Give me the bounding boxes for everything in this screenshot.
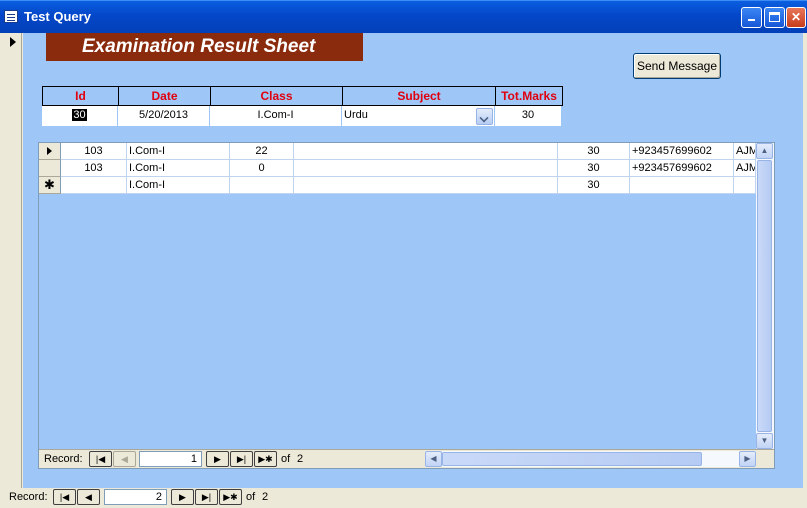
phone-cell[interactable]: +923457699602 [630,160,734,177]
current-row-icon [47,147,52,155]
class-header: Class [210,86,343,106]
subject-dropdown-icon[interactable] [476,108,493,125]
record-number-input[interactable]: 1 [139,451,202,467]
record-total: 2 [297,453,304,465]
date-header: Date [118,86,211,106]
subject-combo[interactable]: Urdu [342,106,495,126]
maximize-button[interactable] [764,7,785,28]
roll-cell[interactable] [61,177,127,194]
close-icon: ✕ [790,10,802,24]
scroll-up-icon[interactable]: ▲ [756,143,773,159]
vertical-scrollbar[interactable]: ▲ ▼ [756,143,774,449]
horizontal-scroll-thumb[interactable] [442,452,702,466]
marks-cell[interactable]: 22 [230,143,294,160]
phone-cell[interactable]: +923457699602 [630,143,734,160]
id-value: 30 [72,109,87,121]
marks-cell[interactable] [230,177,294,194]
extra-cell[interactable]: AJM [734,143,756,160]
date-field[interactable]: 5/20/2013 [118,106,210,126]
id-field[interactable]: 30 [42,106,118,126]
first-record-icon[interactable]: |◀ [89,451,112,467]
form-icon[interactable] [4,10,18,23]
class-field[interactable]: I.Com-I [210,106,342,126]
of-label: of [246,491,256,503]
new-record-icon[interactable]: ▶✱ [219,489,242,505]
record-number-input[interactable]: 2 [104,489,167,505]
record-selector[interactable] [3,33,22,488]
scroll-right-icon[interactable]: ▶ [739,451,756,467]
title-bar[interactable]: Test Query ✕ [0,0,807,33]
of-label: of [281,453,291,465]
subject-header: Subject [342,86,496,106]
window-title: Test Query [24,9,91,24]
name-cell[interactable] [294,160,558,177]
marks-subform[interactable]: 103 I.Com-I 22 30 +923457699602 AJM 103 … [38,142,775,469]
vertical-scroll-thumb[interactable] [757,160,772,432]
record-label: Record: [44,453,83,465]
total-cell[interactable]: 30 [558,143,630,160]
scroll-left-icon[interactable]: ◀ [425,451,442,467]
horizontal-scrollbar[interactable]: ◀ ▶ [425,451,756,467]
tot-marks-field[interactable]: 30 [495,106,562,126]
record-total: 2 [262,491,269,503]
class-cell[interactable]: I.Com-I [127,160,230,177]
minimize-button[interactable] [741,7,762,28]
class-cell[interactable]: I.Com-I [127,143,230,160]
form-banner: Examination Result Sheet [46,33,363,61]
send-message-button[interactable]: Send Message [633,53,721,79]
extra-cell[interactable]: AJM [734,160,756,177]
roll-cell[interactable]: 103 [61,160,127,177]
maximize-icon [769,12,780,22]
current-record-icon [10,37,16,47]
roll-cell[interactable]: 103 [61,143,127,160]
last-record-icon[interactable]: ▶| [230,451,253,467]
table-row[interactable]: 103 I.Com-I 0 30 +923457699602 AJM [39,160,756,177]
phone-cell[interactable] [630,177,734,194]
class-cell[interactable]: I.Com-I [127,177,230,194]
table-row[interactable]: 103 I.Com-I 22 30 +923457699602 AJM [39,143,756,160]
next-record-icon[interactable]: ▶ [171,489,194,505]
scroll-down-icon[interactable]: ▼ [756,433,773,449]
subform-navigation: Record: |◀ ◀ 1 ▶ ▶| ▶✱ of 2 ◀ ▶ [39,449,774,468]
prev-record-icon[interactable]: ◀ [77,489,100,505]
row-selector[interactable] [39,160,61,177]
form-navigation: Record: |◀ ◀ 2 ▶ ▶| ▶✱ of 2 [0,488,807,508]
prev-record-icon[interactable]: ◀ [113,451,136,467]
first-record-icon[interactable]: |◀ [53,489,76,505]
row-selector[interactable] [39,143,61,160]
id-header: Id [42,86,119,106]
next-record-icon[interactable]: ▶ [206,451,229,467]
minimize-icon [748,19,755,21]
tot-marks-header: Tot.Marks [495,86,563,106]
record-label: Record: [9,491,48,503]
new-record-icon[interactable]: ▶✱ [254,451,277,467]
total-cell[interactable]: 30 [558,160,630,177]
name-cell[interactable] [294,177,558,194]
extra-cell[interactable] [734,177,756,194]
name-cell[interactable] [294,143,558,160]
last-record-icon[interactable]: ▶| [195,489,218,505]
marks-cell[interactable]: 0 [230,160,294,177]
new-record-row[interactable]: ✱ I.Com-I 30 [39,177,756,194]
total-cell[interactable]: 30 [558,177,630,194]
new-record-icon[interactable]: ✱ [39,177,61,194]
subform-datasheet: 103 I.Com-I 22 30 +923457699602 AJM 103 … [39,143,756,449]
close-button[interactable]: ✕ [786,7,806,28]
